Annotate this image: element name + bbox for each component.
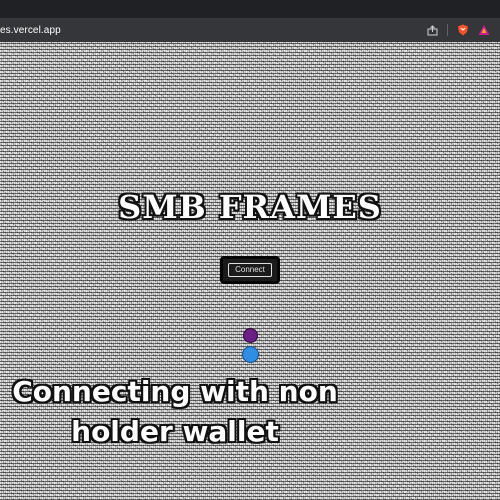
page-content: SMB FRAMES Connect Connecting with non h… bbox=[0, 42, 500, 500]
browser-window: es.vercel.app SMB FRAMES Connect Connect… bbox=[0, 0, 500, 500]
rewards-triangle-icon[interactable] bbox=[478, 24, 490, 36]
blue-dot-icon bbox=[242, 346, 259, 363]
page-title: SMB FRAMES bbox=[118, 188, 382, 226]
connect-button-label: Connect bbox=[228, 263, 272, 277]
toolbar-icons bbox=[426, 18, 490, 42]
address-bar[interactable]: es.vercel.app bbox=[0, 18, 500, 42]
tab-strip bbox=[0, 0, 500, 18]
brave-shield-icon[interactable] bbox=[457, 24, 469, 36]
purple-dot-icon bbox=[243, 328, 258, 343]
connect-button[interactable]: Connect bbox=[220, 256, 280, 284]
url-text[interactable]: es.vercel.app bbox=[0, 25, 61, 36]
status-message: Connecting with non holder wallet bbox=[12, 375, 338, 448]
share-icon[interactable] bbox=[426, 24, 438, 36]
toolbar-separator bbox=[447, 24, 448, 36]
